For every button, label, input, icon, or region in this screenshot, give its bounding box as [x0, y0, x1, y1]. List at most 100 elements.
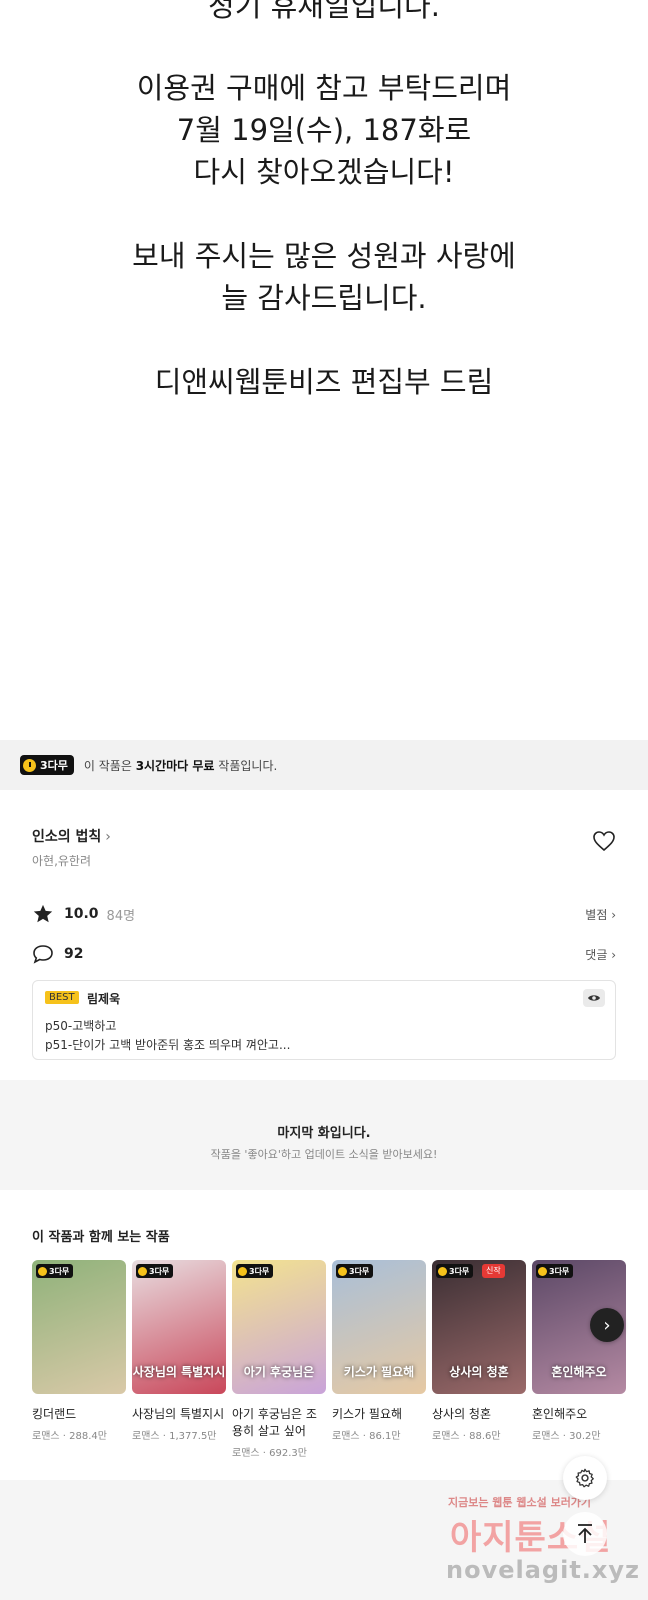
badge-label: 3다무 — [149, 1266, 170, 1276]
gear-icon — [575, 1468, 594, 1488]
rating-link[interactable]: 별점 › — [585, 906, 616, 923]
cover-thumbnail: 3다무 키스가 필요해 — [332, 1260, 426, 1394]
arrow-up-icon — [578, 1524, 592, 1543]
comment-count: 92 — [64, 946, 84, 962]
card-meta: 로맨스 · 88.6만 — [432, 1431, 501, 1442]
card-title: 상사의 청혼 — [432, 1407, 492, 1421]
notice-line: 보내 주시는 많은 성원과 사랑에 — [132, 239, 516, 273]
notice-line: 7월 19일(수), 187화로 — [176, 113, 472, 147]
chevron-right-icon: › — [105, 829, 111, 845]
watermark-url: novelagit.xyz — [446, 1556, 641, 1584]
card-title: 아기 후궁님은 조용히 살고 싶어 — [232, 1407, 317, 1438]
free-banner-text: 이 작품은 3시간마다 무료 작품입니다. — [84, 757, 277, 774]
recommend-card[interactable]: 3다무 킹더랜드 로맨스 · 288.4만 — [32, 1260, 126, 1442]
clock-icon — [38, 1266, 47, 1276]
work-title-link[interactable]: 인소의 법칙 › — [32, 826, 111, 846]
best-tag: BEST — [45, 991, 79, 1004]
cover-text: 아기 후궁님은 — [243, 1365, 315, 1379]
free-text-suffix: 작품입니다. — [214, 758, 278, 773]
card-title: 킹더랜드 — [32, 1407, 77, 1421]
cover-text: 키스가 필요해 — [343, 1365, 415, 1379]
cover-thumbnail: 3다무 사장님의 특별지시 — [132, 1260, 226, 1394]
notice-line: 이용권 구매에 참고 부탁드리며 — [136, 71, 512, 105]
badge-label: 3다무 — [249, 1266, 270, 1276]
rating-count: 84명 — [106, 908, 136, 924]
free-text-bold: 3시간마다 무료 — [135, 758, 215, 773]
last-episode-title: 마지막 화입니다. — [277, 1126, 371, 1141]
wait-free-badge-label: 3다무 — [40, 759, 68, 772]
card-title: 혼인해주오 — [532, 1407, 588, 1421]
work-info: 인소의 법칙 › 아현,유한려 10.0 84명 별점 › 92 댓글 › BES… — [0, 790, 648, 1080]
card-title: 사장님의 특별지시 — [132, 1407, 225, 1421]
clock-icon — [438, 1266, 447, 1276]
wait-free-badge: 3다무 — [236, 1264, 274, 1278]
card-title: 키스가 필요해 — [332, 1407, 403, 1421]
free-text-prefix: 이 작품은 — [83, 758, 136, 773]
wait-free-badge: 3다무 — [136, 1264, 174, 1278]
last-episode-notice: 마지막 화입니다. 작품을 '좋아요'하고 업데이트 소식을 받아보세요! — [0, 1080, 648, 1190]
star-icon — [33, 904, 53, 923]
card-meta: 로맨스 · 1,377.5만 — [132, 1431, 217, 1442]
clock-icon — [138, 1266, 147, 1276]
wait-free-badge: 3다무 — [436, 1264, 474, 1278]
recommend-title: 이 작품과 함께 보는 작품 — [32, 1230, 170, 1245]
eye-icon[interactable] — [583, 989, 605, 1007]
best-comment-author: 림제욱 — [87, 992, 121, 1006]
wait-free-badge: 3다무 — [536, 1264, 574, 1278]
card-meta: 로맨스 · 86.1만 — [332, 1431, 401, 1442]
comment-bubble-icon — [33, 945, 53, 964]
notice-line: 다시 찾아오겠습니다! — [193, 155, 455, 189]
settings-button[interactable] — [563, 1456, 607, 1500]
recommend-carousel: 3다무 킹더랜드 로맨스 · 288.4만 3다무 사장님의 특별지시 사장님의… — [32, 1260, 648, 1470]
badge-label: 3다무 — [349, 1266, 370, 1276]
card-meta: 로맨스 · 30.2만 — [532, 1431, 601, 1442]
wait-free-badge: 3다무 — [336, 1264, 374, 1278]
watermark-tagline: 지금보는 웹툰 웹소설 보러가기 — [448, 1496, 592, 1509]
cover-text: 혼인해주오 — [551, 1365, 607, 1379]
clock-icon — [338, 1266, 347, 1276]
notice-area: 정기 휴재일입니다. 이용권 구매에 참고 부탁드리며 7월 19일(수), 1… — [0, 0, 648, 740]
rating-row: 10.0 84명 별점 › — [32, 902, 616, 926]
chevron-right-icon: › — [603, 1314, 611, 1336]
badge-label: 3다무 — [49, 1266, 70, 1276]
best-comment[interactable]: BEST 림제욱 p50-고백하고 p51-단이가 고백 받아준뒤 홍조 띄우며… — [32, 980, 616, 1060]
carousel-next-button[interactable]: › — [590, 1308, 624, 1342]
cover-thumbnail: 3다무 신작 상사의 청혼 — [432, 1260, 526, 1394]
rating-link-label: 별점 — [585, 907, 608, 922]
recommend-card[interactable]: 3다무 키스가 필요해 키스가 필요해 로맨스 · 86.1만 — [332, 1260, 426, 1442]
notice-line: 정기 휴재일입니다. — [208, 0, 440, 23]
wait-free-badge: 3다무 — [36, 1264, 74, 1278]
comment-link[interactable]: 댓글 › — [585, 946, 616, 963]
badge-label: 3다무 — [449, 1266, 470, 1276]
comment-row: 92 댓글 › — [32, 942, 616, 966]
recommend-card[interactable]: 3다무 혼인해주오 혼인해주오 로맨스 · 30.2만 — [532, 1260, 626, 1442]
scroll-top-button[interactable] — [563, 1512, 607, 1556]
cover-text: 사장님의 특별지시 — [132, 1365, 226, 1379]
new-badge: 신작 — [482, 1264, 505, 1278]
recommend-card[interactable]: 3다무 아기 후궁님은 아기 후궁님은 조용히 살고 싶어 로맨스 · 692.… — [232, 1260, 326, 1459]
card-meta: 로맨스 · 692.3만 — [232, 1448, 307, 1459]
cover-thumbnail: 3다무 아기 후궁님은 — [232, 1260, 326, 1394]
clock-icon — [238, 1266, 247, 1276]
work-authors: 아현,유한려 — [32, 854, 92, 868]
rating-score: 10.0 — [64, 906, 99, 922]
wait-free-badge: 3다무 — [20, 755, 74, 775]
work-title: 인소의 법칙 — [32, 829, 102, 845]
heart-icon[interactable] — [592, 830, 616, 852]
cover-text: 상사의 청혼 — [449, 1365, 509, 1379]
recommend-card[interactable]: 3다무 사장님의 특별지시 사장님의 특별지시 로맨스 · 1,377.5만 — [132, 1260, 226, 1442]
best-comment-line: p51-단이가 고백 받아준뒤 홍조 띄우며 껴안고... — [45, 1038, 291, 1052]
free-banner: 3다무 이 작품은 3시간마다 무료 작품입니다. — [0, 740, 648, 790]
notice-line: 늘 감사드립니다. — [221, 281, 427, 315]
recommend-section: 이 작품과 함께 보는 작품 3다무 킹더랜드 로맨스 · 288.4만 3다무… — [0, 1190, 648, 1480]
cover-thumbnail: 3다무 — [32, 1260, 126, 1394]
recommend-card[interactable]: 3다무 신작 상사의 청혼 상사의 청혼 로맨스 · 88.6만 — [432, 1260, 526, 1442]
best-comment-line: p50-고백하고 — [45, 1019, 117, 1033]
badge-label: 3다무 — [549, 1266, 570, 1276]
notice-line: 디앤씨웹툰비즈 편집부 드림 — [154, 365, 494, 399]
card-meta: 로맨스 · 288.4만 — [32, 1431, 107, 1442]
clock-icon — [538, 1266, 547, 1276]
last-episode-subtitle: 작품을 '좋아요'하고 업데이트 소식을 받아보세요! — [210, 1148, 438, 1161]
clock-icon — [23, 758, 36, 772]
eye-icon-svg — [588, 995, 600, 1001]
